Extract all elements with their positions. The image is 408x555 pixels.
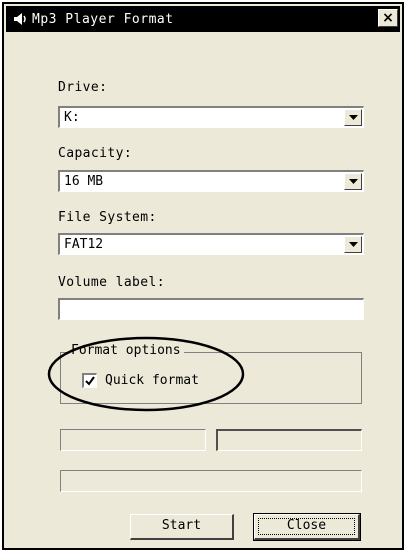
drive-label: Drive:	[58, 80, 108, 95]
file-system-select[interactable]: FAT12	[58, 233, 364, 255]
capacity-value: 16 MB	[64, 174, 104, 189]
progress-bar	[60, 470, 362, 492]
format-options-legend: Format options	[68, 343, 184, 358]
status-field-right	[216, 429, 362, 451]
file-system-label: File System:	[58, 210, 157, 225]
close-icon[interactable]: ×	[378, 9, 398, 27]
chevron-down-icon[interactable]	[344, 109, 362, 126]
chevron-down-icon[interactable]	[344, 173, 362, 190]
capacity-select[interactable]: 16 MB	[58, 170, 364, 192]
window-title: Mp3 Player Format	[32, 11, 174, 27]
speaker-icon	[10, 8, 32, 30]
status-field-left	[60, 429, 206, 451]
drive-select[interactable]: K:	[58, 106, 364, 128]
quick-format-label[interactable]: Quick format	[105, 373, 199, 388]
quick-format-checkbox[interactable]	[82, 373, 97, 388]
file-system-value: FAT12	[64, 237, 104, 252]
chevron-down-icon[interactable]	[344, 236, 362, 253]
volume-label-input[interactable]	[58, 298, 364, 320]
drive-value: K:	[64, 110, 80, 125]
volume-label-label: Volume label:	[58, 275, 165, 290]
focus-rect	[258, 518, 355, 535]
capacity-label: Capacity:	[58, 146, 133, 161]
format-dialog: Mp3 Player Format × Drive: K: Capacity: …	[2, 2, 404, 550]
checkmark-icon	[85, 376, 95, 386]
start-button[interactable]: Start	[130, 514, 234, 540]
title-bar[interactable]: Mp3 Player Format ×	[6, 6, 400, 32]
close-button[interactable]: Close	[253, 513, 361, 541]
